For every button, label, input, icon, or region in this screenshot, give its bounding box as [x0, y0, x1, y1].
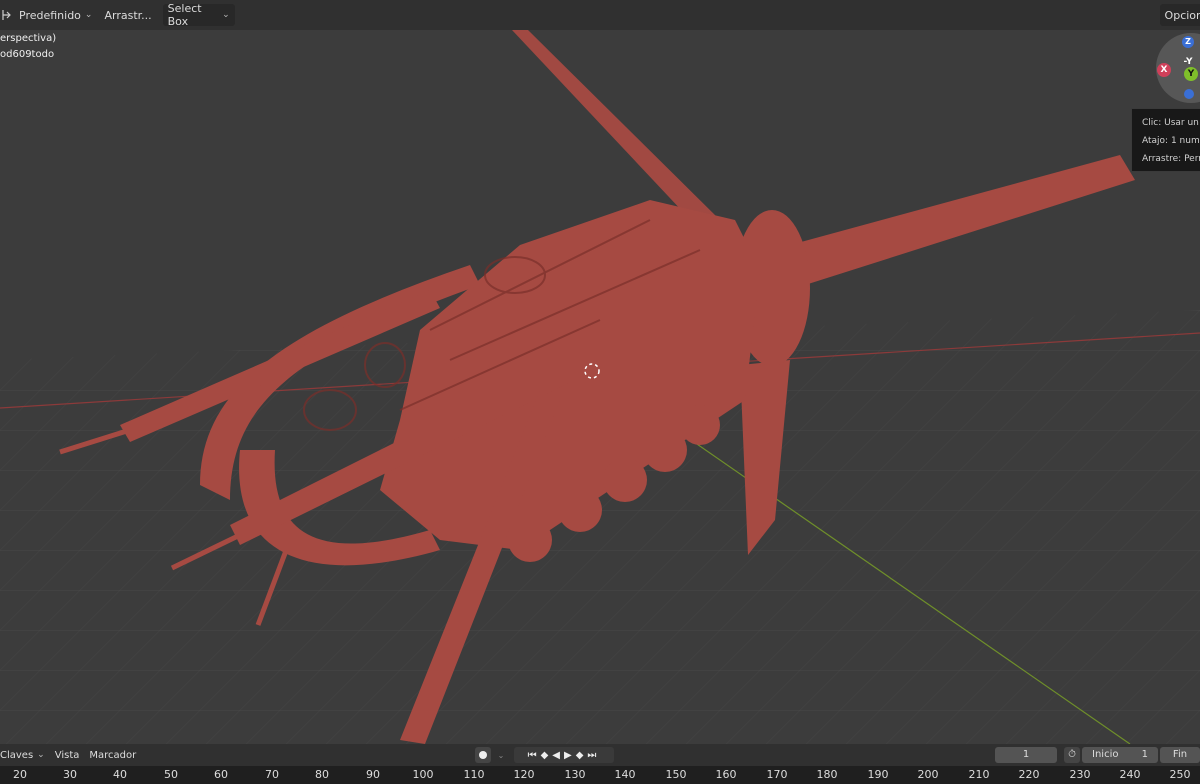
next-keyframe-icon[interactable]: ◆	[576, 750, 588, 761]
ruler-tick: 220	[1018, 768, 1040, 781]
options-button[interactable]: Opcion	[1159, 4, 1200, 26]
select-box-label: Select Box	[167, 2, 202, 28]
current-frame-field[interactable]: 1	[995, 747, 1057, 763]
ruler-tick: 40	[113, 768, 127, 781]
play-reverse-icon[interactable]: ◀	[552, 750, 564, 761]
ruler-tick: 140	[614, 768, 636, 781]
transform-orientation-label: Predefinido	[19, 8, 81, 22]
chevron-down-icon: ⌄	[37, 750, 45, 760]
record-button[interactable]	[475, 747, 491, 763]
ruler-tick: 70	[265, 768, 279, 781]
ruler-tick: 20	[13, 768, 27, 781]
ruler-tick: 180	[816, 768, 838, 781]
x-axis-button[interactable]: X	[1157, 63, 1171, 77]
ruler-tick: 250	[1169, 768, 1191, 781]
ruler-tick: 50	[164, 768, 178, 781]
start-frame-label: Inicio	[1092, 749, 1119, 760]
object-name-text: od609todo	[0, 49, 55, 60]
ruler-tick: 30	[63, 768, 77, 781]
transform-orientation-dropdown[interactable]: Predefinido ⌄	[14, 4, 97, 26]
keys-menu-label: Claves	[0, 749, 34, 761]
chevron-down-icon: ⌄	[84, 10, 93, 20]
play-icon[interactable]: ▶	[564, 750, 576, 761]
ruler-tick: 190	[867, 768, 889, 781]
keys-menu[interactable]: Claves ⌄	[0, 750, 45, 761]
ruler-tick: 160	[715, 768, 737, 781]
timeline-header: Claves ⌄ Vista Marcador ⌄ ⏮ ◆ ◀ ▶ ◆ ⏭ 1 …	[0, 744, 1200, 766]
ruler-tick: 110	[463, 768, 485, 781]
chevron-down-icon: ⌄	[222, 10, 230, 20]
ruler-tick: 80	[315, 768, 329, 781]
ruler-tick: 230	[1069, 768, 1091, 781]
select-box-dropdown[interactable]: Select Box ⌄	[162, 2, 235, 28]
viewport-canvas	[0, 30, 1200, 744]
prev-keyframe-icon[interactable]: ◆	[541, 750, 553, 761]
z-axis-button[interactable]: Z	[1182, 36, 1194, 48]
orientation-icon[interactable]	[0, 4, 14, 26]
tooltip-line-shortcut: Atajo: 1 nume	[1142, 136, 1200, 146]
playback-controls: ⏮ ◆ ◀ ▶ ◆ ⏭	[514, 747, 614, 763]
start-frame-value: 1	[1141, 749, 1148, 760]
y-axis-button[interactable]: Y	[1184, 67, 1198, 81]
viewport-header: Predefinido ⌄ Arrastr... Select Box ⌄ Op…	[0, 0, 1200, 30]
drag-label[interactable]: Arrastr...	[99, 4, 156, 26]
gizmo-tooltip: Clic: Usar un p Atajo: 1 nume Arrastre: …	[1131, 108, 1200, 172]
record-icon	[479, 751, 487, 759]
end-frame-field[interactable]: Fin	[1160, 747, 1200, 763]
view-name-text: erspectiva)	[0, 33, 57, 44]
view-menu[interactable]: Vista	[55, 750, 80, 761]
jump-start-icon[interactable]: ⏮	[528, 750, 541, 761]
ruler-tick: 170	[766, 768, 788, 781]
timeline-ruler[interactable]: 20 30 40 50 60 70 80 90 100 110 120 130 …	[0, 766, 1200, 784]
neg-z-axis-button[interactable]	[1184, 89, 1194, 99]
tooltip-line-click: Clic: Usar un p	[1142, 118, 1200, 128]
marker-menu[interactable]: Marcador	[89, 750, 136, 761]
ruler-tick: 200	[917, 768, 939, 781]
end-frame-label: Fin	[1172, 749, 1188, 760]
tooltip-line-drag: Arrastre: Perm	[1142, 154, 1200, 164]
ruler-tick: 90	[366, 768, 380, 781]
jump-end-icon[interactable]: ⏭	[587, 750, 600, 761]
stopwatch-icon[interactable]: ⏱	[1064, 747, 1080, 763]
ruler-tick: 240	[1119, 768, 1141, 781]
ruler-tick: 210	[968, 768, 990, 781]
3d-viewport[interactable]	[0, 30, 1200, 744]
start-frame-field[interactable]: Inicio 1	[1082, 747, 1158, 763]
ruler-tick: 100	[412, 768, 434, 781]
ruler-tick: 150	[665, 768, 687, 781]
ruler-tick: 60	[214, 768, 228, 781]
record-options-chevron-icon[interactable]: ⌄	[495, 747, 507, 763]
ruler-tick: 130	[564, 768, 586, 781]
ruler-tick: 120	[513, 768, 535, 781]
